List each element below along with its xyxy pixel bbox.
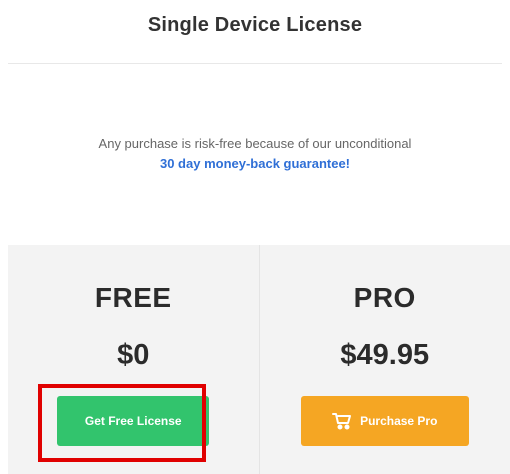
license-page: Single Device License Any purchase is ri… — [0, 0, 510, 474]
guarantee-notice: Any purchase is risk-free because of our… — [0, 134, 510, 174]
guarantee-text: Any purchase is risk-free because of our… — [98, 136, 412, 151]
plan-price-pro: $49.95 — [340, 339, 430, 371]
page-title: Single Device License — [147, 14, 363, 36]
cart-icon — [332, 412, 352, 430]
header-divider — [8, 63, 502, 64]
plan-pro: PRO $49.95 Purchase Pro — [258, 245, 510, 474]
plan-price-free: $0 — [117, 339, 150, 371]
get-free-license-label: Get Free License — [84, 414, 182, 428]
plans-section: FREE $0 Get Free License PRO $49.95 Purc… — [8, 245, 510, 474]
plan-free: FREE $0 Get Free License — [8, 245, 259, 474]
purchase-pro-button[interactable]: Purchase Pro — [300, 396, 469, 446]
plan-name-free: FREE — [94, 282, 172, 313]
header: Single Device License — [0, 0, 510, 64]
purchase-pro-label: Purchase Pro — [360, 414, 438, 428]
plan-name-pro: PRO — [353, 282, 416, 313]
money-back-guarantee-link[interactable]: 30 day money-back guarantee! — [0, 154, 510, 174]
get-free-license-button[interactable]: Get Free License — [57, 396, 210, 446]
